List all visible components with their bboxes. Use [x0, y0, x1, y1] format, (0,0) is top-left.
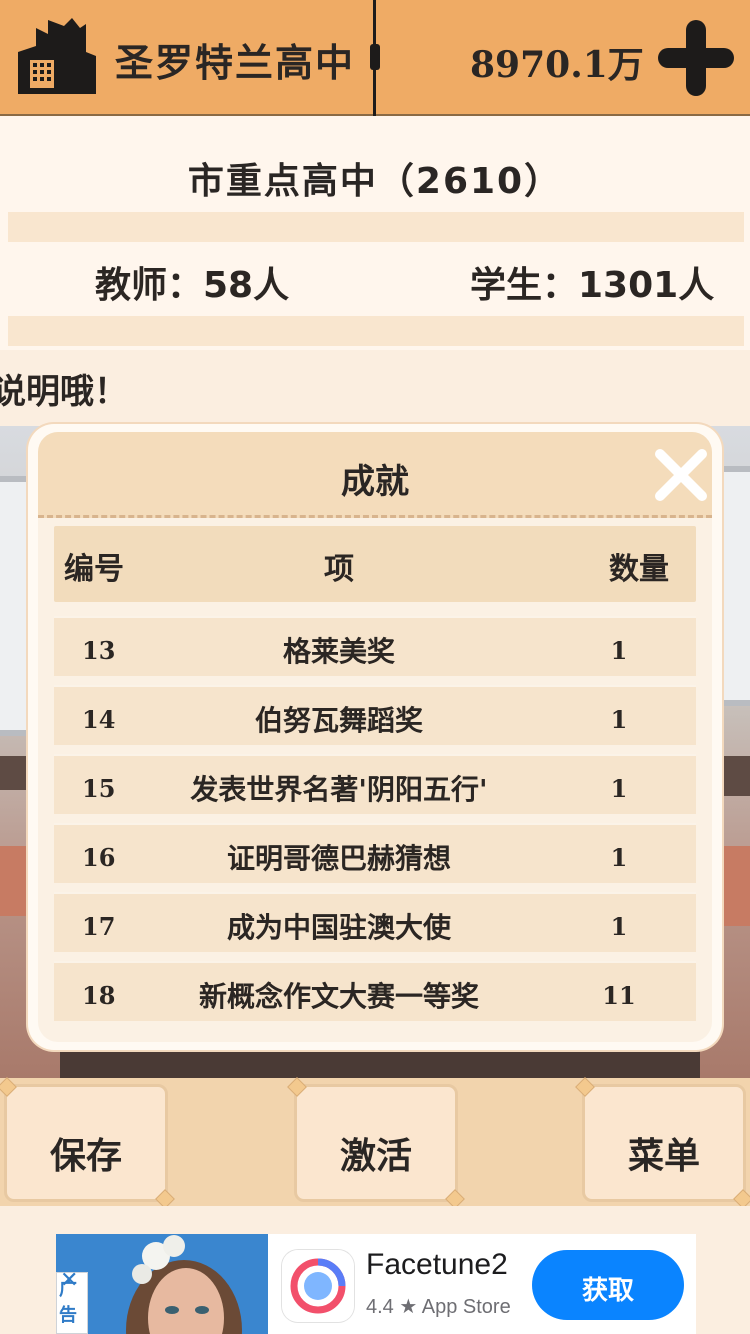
table-row: 16 证明哥德巴赫猜想 1: [54, 823, 696, 883]
row-item: 伯努瓦舞蹈奖: [254, 704, 423, 737]
factory-icon: [18, 18, 96, 94]
table-row: 18 新概念作文大赛一等奖 11: [54, 961, 696, 1021]
row-count: 1: [610, 912, 628, 941]
achievements-dialog: 成就 编号 项 数量 13 格莱美奖 1 14 伯努瓦舞蹈奖 1 15 发表世界…: [28, 424, 722, 1050]
row-count: 1: [610, 636, 628, 665]
ad-close-icon[interactable]: ✕: [60, 1268, 78, 1293]
menu-button-label: 菜单: [627, 1136, 700, 1177]
school-info-panel: 市重点高中（2610） 教师：58人 学生：1301人: [0, 116, 750, 350]
activate-button[interactable]: 激活: [294, 1084, 458, 1202]
dialog-title: 成就: [341, 462, 409, 502]
ad-banner[interactable]: 广告 ✕ Facetune2 4.4 ★ App Store 获取: [56, 1234, 696, 1334]
row-item: 发表世界名著'阴阳五行': [190, 773, 488, 806]
row-count: 1: [610, 843, 628, 872]
activate-button-label: 激活: [339, 1136, 412, 1177]
save-button[interactable]: 保存: [4, 1084, 168, 1202]
hint-text: 说明哦！: [0, 372, 128, 412]
row-item: 证明哥德巴赫猜想: [226, 842, 451, 875]
ad-area: 广告 ✕ Facetune2 4.4 ★ App Store 获取: [0, 1206, 750, 1334]
row-item: 新概念作文大赛一等奖: [198, 980, 479, 1013]
row-item: 格莱美奖: [282, 635, 395, 668]
dialog-header: 成就: [38, 432, 712, 518]
ad-app-name: Facetune2: [366, 1248, 508, 1281]
column-header-count: 数量: [609, 552, 669, 587]
row-item: 成为中国驻澳大使: [226, 911, 451, 944]
row-count: 1: [610, 705, 628, 734]
info-band: [8, 212, 744, 242]
plus-icon[interactable]: [656, 18, 736, 98]
money-amount: 8970.1万: [470, 44, 644, 86]
facetune-app-icon: [282, 1250, 354, 1322]
table-row: 15 发表世界名著'阴阳五行' 1: [54, 754, 696, 814]
school-level: 市重点高中（2610）: [187, 161, 563, 202]
table-rows: 13 格莱美奖 1 14 伯努瓦舞蹈奖 1 15 发表世界名著'阴阳五行' 1 …: [54, 616, 696, 1021]
table-row: 14 伯努瓦舞蹈奖 1: [54, 685, 696, 745]
table-row: 13 格莱美奖 1: [54, 616, 696, 676]
achievements-dialog-body: 成就 编号 项 数量 13 格莱美奖 1 14 伯努瓦舞蹈奖 1 15 发表世界…: [38, 432, 712, 1042]
table-row: 17 成为中国驻澳大使 1: [54, 892, 696, 952]
table-header: 编号 项 数量: [54, 526, 696, 602]
menu-button[interactable]: 菜单: [582, 1084, 746, 1202]
save-button-label: 保存: [49, 1136, 122, 1177]
column-header-item: 项: [324, 552, 354, 587]
teacher-count: 教师：58人: [95, 265, 290, 306]
top-bar: 圣罗特兰高中 8970.1万: [0, 0, 750, 116]
achievements-table: 编号 项 数量 13 格莱美奖 1 14 伯努瓦舞蹈奖 1 15 发表世界名著'…: [54, 526, 696, 1030]
student-count: 学生：1301人: [470, 265, 715, 306]
ad-app-rating: 4.4 ★ App Store: [366, 1296, 511, 1318]
bottom-button-bar: 保存 激活 菜单: [0, 1078, 750, 1206]
row-count: 1: [610, 774, 628, 803]
info-band: [8, 316, 744, 346]
school-name: 圣罗特兰高中: [115, 41, 356, 85]
get-button-label: 获取: [581, 1276, 634, 1306]
close-icon[interactable]: [652, 446, 710, 504]
topbar-divider-knob: [370, 44, 380, 70]
get-button[interactable]: 获取: [532, 1250, 684, 1320]
row-count: 11: [602, 981, 636, 1010]
